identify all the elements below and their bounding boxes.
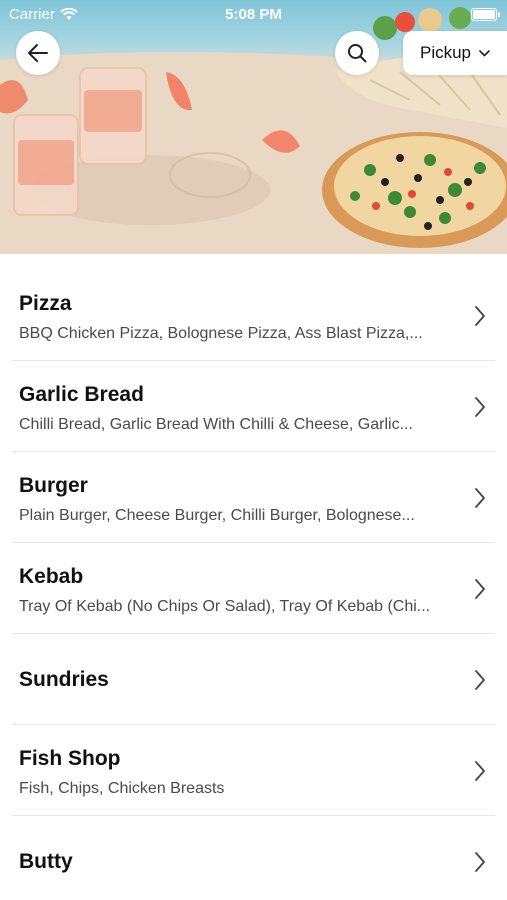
chevron-right-icon: [475, 579, 485, 599]
chevron-right-icon: [475, 397, 485, 417]
category-row-burger[interactable]: Burger Plain Burger, Cheese Burger, Chil…: [12, 452, 495, 543]
category-row-kebab[interactable]: Kebab Tray Of Kebab (No Chips Or Salad),…: [12, 543, 495, 634]
category-row-butty[interactable]: Butty: [12, 816, 495, 900]
category-items: Plain Burger, Cheese Burger, Chilli Burg…: [19, 507, 415, 524]
status-time: 5:08 PM: [225, 6, 282, 23]
category-row-sundries[interactable]: Sundries: [12, 634, 495, 725]
chevron-right-icon: [475, 670, 485, 690]
category-title: Butty: [19, 850, 73, 873]
category-row-garlic-bread[interactable]: Garlic Bread Chilli Bread, Garlic Bread …: [12, 361, 495, 452]
category-row-fish-shop[interactable]: Fish Shop Fish, Chips, Chicken Breasts: [12, 725, 495, 816]
status-bar: Carrier 5:08 PM: [0, 0, 507, 30]
category-row-pizza[interactable]: Pizza BBQ Chicken Pizza, Bolognese Pizza…: [12, 270, 495, 361]
battery-icon: [471, 8, 500, 21]
category-title: Sundries: [19, 668, 109, 691]
category-list: Pizza BBQ Chicken Pizza, Bolognese Pizza…: [0, 270, 507, 900]
category-items: Fish, Chips, Chicken Breasts: [19, 780, 225, 797]
pickup-label: Pickup: [419, 43, 472, 62]
chevron-right-icon: [475, 306, 485, 326]
search-icon: [348, 44, 367, 63]
category-items: BBQ Chicken Pizza, Bolognese Pizza, Ass …: [19, 325, 423, 342]
category-title: Burger: [19, 474, 88, 497]
category-items: Tray Of Kebab (No Chips Or Salad), Tray …: [19, 598, 431, 615]
search-button[interactable]: [335, 31, 379, 75]
category-title: Kebab: [19, 565, 84, 588]
chevron-down-icon: [479, 49, 490, 56]
chevron-right-icon: [475, 488, 485, 508]
category-items: Chilli Bread, Garlic Bread With Chilli &…: [19, 416, 413, 433]
chevron-right-icon: [475, 852, 485, 872]
chevron-right-icon: [475, 761, 485, 781]
category-title: Garlic Bread: [19, 383, 144, 406]
pickup-dropdown[interactable]: Pickup: [403, 31, 507, 75]
category-title: Pizza: [19, 292, 72, 315]
back-button[interactable]: [16, 31, 60, 75]
category-title: Fish Shop: [19, 747, 121, 770]
arrow-left-icon: [28, 44, 48, 62]
